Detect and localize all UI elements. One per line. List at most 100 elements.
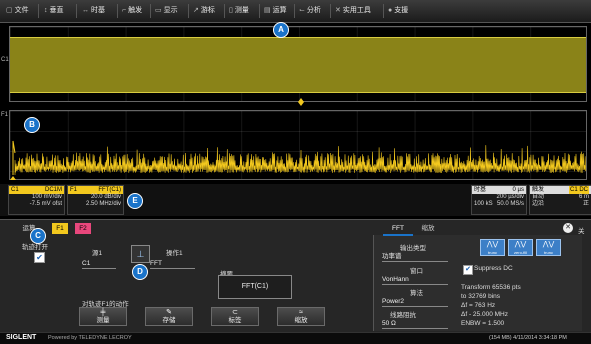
measure-button[interactable]: ╪ 测量 [79, 307, 127, 326]
menu-divider [294, 4, 295, 18]
trigger-slope: 正 [582, 201, 589, 207]
menu-display-label: 显示 [163, 7, 178, 14]
menu-vertical-label: 垂直 [49, 7, 64, 14]
timebase-tdiv: 200 µs/div [496, 194, 524, 200]
menu-math[interactable]: ▤ 运算 [264, 4, 287, 18]
f1-descriptor[interactable]: F1 FFT(C1) 20.0 dB/div 2.50 MHz/div [67, 185, 124, 215]
trigger-icon: ⌐ [122, 7, 127, 14]
trace-on-checkbox[interactable]: ✔ [34, 252, 45, 263]
c1-waveform-grid[interactable] [9, 26, 587, 102]
menu-display[interactable]: ▭ 显示 [155, 4, 178, 18]
f1-zero-marker [10, 176, 16, 180]
timebase-descriptor[interactable]: 时基 0 µs 200 µs/div 100 kS 50.0 MS/s [471, 185, 527, 215]
fft-info-line: to 32769 bins [461, 293, 501, 300]
trigger-type: 边沿 [532, 201, 545, 207]
menu-timebase[interactable]: ↔ 时基 [82, 4, 105, 18]
menu-trigger-label: 触发 [128, 7, 143, 14]
c1-trace-label: C1 [1, 57, 9, 63]
menu-support-label: 支援 [394, 7, 409, 14]
algorithm-select[interactable]: Power2 [382, 297, 448, 307]
trigger-channel: C1 [569, 187, 578, 193]
file-icon: ▢ [6, 7, 13, 14]
menu-trigger[interactable]: ⌐ 触发 [122, 4, 142, 18]
label-button-label: 标签 [228, 317, 242, 324]
menu-divider [259, 4, 260, 18]
trigger-coupling: DC [579, 187, 588, 193]
f1-fft-grid[interactable] [9, 110, 587, 180]
source1-label: 源1 [92, 250, 103, 257]
timebase-rate: 50.0 MS/s [496, 201, 524, 207]
store-icon: ✎ [166, 309, 172, 316]
window-option-trunc-2[interactable]: ⋀⋁ trunc [536, 239, 561, 256]
descriptor-bar: C1 DC1M 100 mV/div -7.5 mV ofst F1 FFT(C… [0, 184, 591, 216]
powered-by: Powered by TELEDYNE LECROY [48, 335, 132, 341]
trigger-mode: 自动 [532, 194, 545, 200]
menu-file[interactable]: ▢ 文件 [6, 4, 29, 18]
c1-descriptor-name: C1 [11, 187, 19, 193]
window-select[interactable]: VonHann [382, 275, 448, 285]
callout-d: D [132, 264, 148, 280]
line-impedance-select[interactable]: 50 Ω [382, 319, 448, 329]
tab-f1[interactable]: F1 [52, 223, 68, 234]
timebase-icon: ↔ [82, 7, 89, 14]
fft-info-line: Δf = 763 Hz [461, 302, 496, 309]
window-wave-icon: ⋀⋁ [486, 241, 499, 248]
menu-analysis[interactable]: ⌙ 分析 [299, 4, 321, 18]
timebase-title: 时基 [474, 187, 487, 193]
c1-descriptor[interactable]: C1 DC1M 100 mV/div -7.5 mV ofst [8, 185, 65, 215]
trigger-title: 触发 [532, 187, 545, 193]
brand-logo: SIGLENT [6, 334, 37, 341]
label-button[interactable]: ⊂ 标签 [211, 307, 259, 326]
display-icon: ▭ [155, 7, 162, 14]
menu-divider [38, 4, 39, 18]
menu-divider [117, 4, 118, 18]
menu-utilities[interactable]: ✕ 实用工具 [335, 4, 371, 18]
operator1-select[interactable]: FFT [150, 259, 195, 269]
menu-utilities-label: 实用工具 [342, 7, 371, 14]
measure-button-label: 测量 [96, 317, 110, 324]
menu-divider [383, 4, 384, 18]
close-icon[interactable]: ✕ [563, 223, 573, 233]
suppress-dc-checkbox[interactable]: ✔ [463, 265, 473, 275]
menu-divider [150, 4, 151, 18]
menu-bar: ▢ 文件 ↕ 垂直 ↔ 时基 ⌐ 触发 ▭ 显示 ↗ 游标 ▯ 测量 ▤ 运算 ⌙ 分析 ✕ 实用工… [0, 0, 591, 23]
menu-math-label: 运算 [272, 7, 287, 14]
tab-zoom[interactable]: 缩放 [417, 223, 439, 234]
close-label[interactable]: 关 [578, 225, 585, 235]
zoom-button[interactable]: ≈ 缩放 [277, 307, 325, 326]
fft-info-line: Transform 65536 pts [461, 284, 521, 291]
window-option-label: trunc [488, 250, 497, 255]
callout-b: B [24, 117, 40, 133]
menu-support[interactable]: ● 支援 [388, 4, 408, 18]
window-option-trunc[interactable]: ⋀⋁ trunc [480, 239, 505, 256]
source1-select[interactable]: C1 [82, 259, 116, 269]
status-bar: SIGLENT Powered by TELEDYNE LECROY (154 … [0, 332, 591, 344]
output-type-select[interactable]: 功率谱 [382, 252, 448, 262]
f1-trace-label: F1 [1, 112, 9, 118]
callout-e: E [127, 193, 143, 209]
output-type-label: 输出类型 [400, 245, 426, 252]
menu-vertical[interactable]: ↕ 垂直 [44, 4, 64, 18]
trigger-descriptor[interactable]: 触发 C1 DC 自动 6 m 边沿 正 [529, 185, 591, 215]
status-info: (154 MB) 4/11/2014 3:34:18 PM [489, 335, 567, 341]
menu-divider [76, 4, 77, 18]
menu-divider [330, 4, 331, 18]
line-impedance-label: 线路阻抗 [390, 312, 416, 319]
algorithm-label: 算法 [410, 290, 423, 297]
window-option-zero-fill[interactable]: ⋀⋁ zero-fill [508, 239, 533, 256]
f1-source: FFT(C1) [98, 187, 121, 193]
tab-fft[interactable]: FFT [383, 223, 413, 236]
menu-cursors[interactable]: ↗ 游标 [193, 4, 215, 18]
menu-measure[interactable]: ▯ 测量 [229, 4, 249, 18]
window-wave-icon: ⋀⋁ [542, 241, 555, 248]
f1-vertical-scale: 20.0 dB/div [90, 194, 121, 200]
c1-vertical-scale: 100 mV/div [31, 194, 62, 200]
tab-f2[interactable]: F2 [75, 223, 91, 234]
window-option-label: trunc [544, 250, 553, 255]
f1-descriptor-name: F1 [70, 187, 78, 193]
c1-coupling: DC1M [44, 187, 62, 193]
operator1-label: 操作1 [166, 250, 183, 257]
store-button[interactable]: ✎ 存储 [145, 307, 193, 326]
store-button-label: 存储 [162, 317, 176, 324]
fft-operator-icon[interactable]: ⊥ [131, 245, 150, 263]
